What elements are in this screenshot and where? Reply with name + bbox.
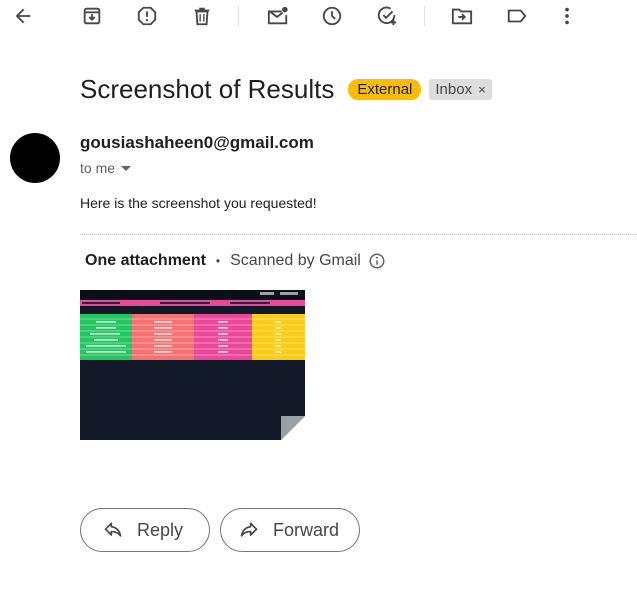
snooze-icon[interactable] — [320, 4, 344, 28]
forward-icon — [240, 522, 258, 537]
info-icon[interactable] — [368, 252, 386, 270]
inbox-label-chip: Inbox × — [429, 78, 492, 100]
attachment-header: One attachment • Scanned by Gmail — [85, 252, 386, 270]
avatar[interactable] — [10, 133, 60, 183]
scan-status: Scanned by Gmail — [230, 252, 361, 269]
recipient-details-toggle[interactable]: to me — [80, 160, 132, 176]
toolbar — [0, 0, 637, 34]
move-to-icon[interactable] — [450, 4, 474, 28]
reply-button[interactable]: Reply — [80, 508, 210, 552]
mark-unread-icon[interactable] — [266, 4, 290, 28]
recipient-label: to me — [80, 160, 116, 176]
page-curl — [281, 416, 305, 440]
more-options-icon[interactable] — [555, 4, 579, 28]
email-body: Here is the screenshot you requested! — [80, 195, 317, 211]
reply-label: Reply — [137, 519, 184, 540]
chevron-down-icon — [121, 165, 132, 171]
subject-row: Screenshot of Results External Inbox × — [80, 72, 492, 106]
reply-icon — [104, 522, 122, 537]
toolbar-divider — [424, 6, 425, 26]
sender-email: gousiashaheen0@gmail.com — [80, 133, 314, 152]
label-icon[interactable] — [505, 4, 529, 28]
email-subject: Screenshot of Results — [80, 73, 335, 104]
attachment-thumbnail[interactable] — [80, 290, 305, 440]
external-badge: External — [348, 78, 422, 100]
add-to-tasks-icon[interactable] — [375, 4, 399, 28]
delete-icon[interactable] — [190, 4, 214, 28]
archive-icon[interactable] — [80, 4, 104, 28]
attachment-count: One attachment — [85, 252, 206, 269]
inbox-label-text: Inbox — [435, 80, 473, 98]
attachment-divider — [80, 234, 637, 235]
separator-dot: • — [215, 254, 221, 268]
back-arrow-icon[interactable] — [11, 4, 35, 28]
forward-button[interactable]: Forward — [220, 508, 360, 552]
toolbar-divider — [238, 6, 239, 26]
attachment-preview-image — [80, 290, 305, 440]
forward-label: Forward — [273, 519, 340, 540]
report-spam-icon[interactable] — [135, 4, 159, 28]
remove-label-icon[interactable]: × — [478, 82, 486, 97]
